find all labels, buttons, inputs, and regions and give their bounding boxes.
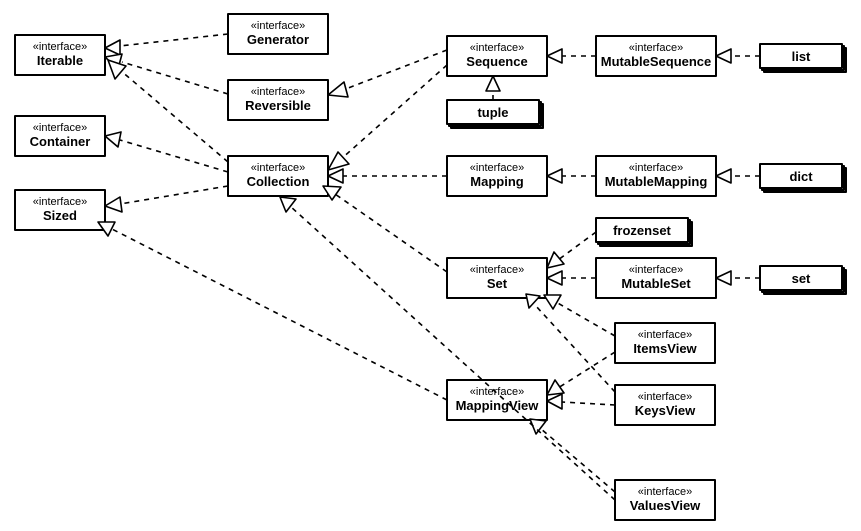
name: MutableMapping: [605, 174, 708, 189]
stereo: «interface»: [251, 162, 305, 174]
node-Set: «interface» Set: [447, 258, 547, 298]
name: Mapping: [470, 174, 523, 189]
name: dict: [789, 169, 813, 184]
edge-MappingView-Sized: [98, 222, 447, 400]
node-frozenset: frozenset: [596, 218, 692, 246]
name: Reversible: [245, 98, 311, 113]
name: set: [792, 271, 811, 286]
node-list: list: [760, 44, 846, 72]
edge-Generator-Iterable: [105, 34, 228, 55]
stereo: «interface»: [251, 20, 305, 32]
node-Generator: «interface» Generator: [228, 14, 328, 54]
stereo: «interface»: [638, 329, 692, 341]
edge-list-MutableSequence: [716, 49, 760, 63]
node-ItemsView: «interface» ItemsView: [615, 323, 715, 363]
name: Set: [487, 276, 508, 291]
name: MutableSet: [621, 276, 691, 291]
edge-Reversible-Iterable: [105, 54, 228, 94]
node-tuple: tuple: [447, 100, 543, 128]
edge-Sequence-Collection: [328, 65, 447, 170]
edge-ValuesView-MappingView: [530, 419, 615, 492]
edge-Collection-Sized: [105, 186, 228, 212]
edge-MutableSet-Set: [547, 271, 596, 285]
node-Reversible: «interface» Reversible: [228, 80, 328, 120]
name: Collection: [247, 174, 310, 189]
node-dict: dict: [760, 164, 846, 192]
stereo: «interface»: [629, 162, 683, 174]
node-set: set: [760, 266, 846, 294]
name: tuple: [477, 105, 508, 120]
edge-set-MutableSet: [716, 271, 760, 285]
edge-KeysView-MappingView: [547, 394, 615, 409]
stereo: «interface»: [638, 486, 692, 498]
name: Sequence: [466, 54, 527, 69]
stereo: «interface»: [470, 386, 524, 398]
name: list: [792, 49, 811, 64]
edge-ValuesView-Collection: [280, 197, 615, 500]
node-Iterable: «interface» Iterable: [15, 35, 105, 75]
stereo: «interface»: [470, 162, 524, 174]
uml-diagram: «interface» Iterable «interface» Contain…: [0, 0, 861, 531]
name: frozenset: [613, 223, 671, 238]
stereo: «interface»: [33, 196, 87, 208]
node-Sized: «interface» Sized: [15, 190, 105, 230]
edge-MutableSequence-Sequence: [547, 49, 596, 63]
node-Mapping: «interface» Mapping: [447, 156, 547, 196]
node-MappingView: «interface» MappingView: [447, 380, 547, 420]
name: Generator: [247, 32, 309, 47]
edge-ItemsView-Set: [544, 295, 615, 336]
node-KeysView: «interface» KeysView: [615, 385, 715, 425]
edge-dict-MutableMapping: [716, 169, 760, 183]
node-Container: «interface» Container: [15, 116, 105, 156]
stereo: «interface»: [470, 42, 524, 54]
name: ItemsView: [633, 341, 697, 356]
stereo: «interface»: [251, 86, 305, 98]
edge-Collection-Container: [105, 132, 228, 172]
edge-Sequence-Reversible: [328, 50, 447, 97]
stereo: «interface»: [470, 264, 524, 276]
edge-frozenset-Set: [547, 232, 596, 268]
name: KeysView: [635, 403, 696, 418]
node-Sequence: «interface» Sequence: [447, 36, 547, 76]
node-Collection: «interface» Collection: [228, 156, 328, 196]
stereo: «interface»: [33, 122, 87, 134]
name: MutableSequence: [601, 54, 712, 69]
node-MutableSequence: «interface» MutableSequence: [596, 36, 716, 76]
stereo: «interface»: [638, 391, 692, 403]
stereo: «interface»: [629, 42, 683, 54]
name: Sized: [43, 208, 77, 223]
stereo: «interface»: [33, 41, 87, 53]
stereo: «interface»: [629, 264, 683, 276]
edge-Set-Collection: [323, 186, 447, 272]
name: Iterable: [37, 53, 83, 68]
name: Container: [30, 134, 91, 149]
edge-tuple-Sequence: [486, 76, 500, 100]
node-ValuesView: «interface» ValuesView: [615, 480, 715, 520]
name: MappingView: [456, 398, 540, 413]
name: ValuesView: [630, 498, 701, 513]
edge-KeysView-Set: [526, 294, 615, 392]
edge-MutableMapping-Mapping: [547, 169, 596, 183]
node-MutableSet: «interface» MutableSet: [596, 258, 716, 298]
node-MutableMapping: «interface» MutableMapping: [596, 156, 716, 196]
edge-ItemsView-MappingView: [547, 352, 615, 395]
edge-Mapping-Collection: [328, 169, 447, 183]
